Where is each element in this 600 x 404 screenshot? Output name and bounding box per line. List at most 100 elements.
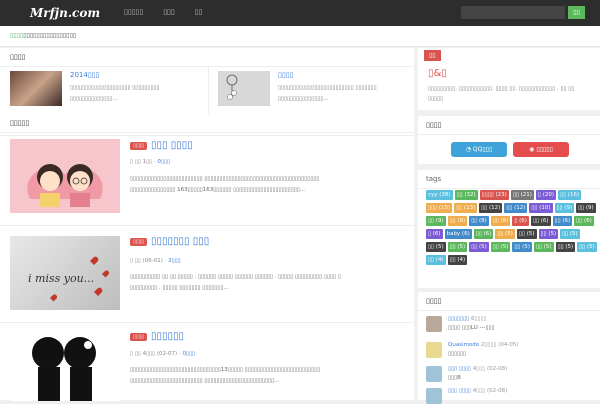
featured-item-desc-2: ▯▯▯▯▯▯▯▯▯▯▯▯▯▯▯▯▯▯▯▯▯▯▯▯▯ ▯▯▯▯▯▯▯ ▯▯▯▯▯▯… [278, 83, 410, 105]
tag-link[interactable]: ▯▯ (12) [504, 203, 528, 213]
tag-link[interactable]: ▯▯ (9) [447, 216, 468, 226]
tag-link[interactable]: ▯▯ (4) [447, 255, 468, 265]
comment-date: 4▯▯▯ (02-08) [472, 388, 508, 394]
post-item: i miss you... ▯▯▯▯ ▯▯▯▯▯▯▯ ▯▯▯ ▯ ▯▯ (06-0… [0, 225, 414, 322]
tag-link[interactable]: ▯▯ (8) [469, 216, 489, 226]
tag-link[interactable]: ▯▯ (13) [454, 203, 478, 213]
tag-link[interactable]: ▯ (20) [535, 190, 556, 200]
comments-title: ▯▯▯▯ [418, 292, 600, 311]
tag-link[interactable]: ▯▯ (16) [558, 190, 582, 200]
post-thumb-1[interactable] [10, 139, 120, 213]
post-comments-link[interactable]: 0▯▯▯ [157, 159, 170, 165]
featured-divider [208, 67, 209, 114]
featured-title: ▯▯▯▯ [0, 48, 414, 67]
tag-link[interactable]: ▯▯▯▯ (23) [479, 190, 509, 200]
tag-link[interactable]: ▯▯ (21) [510, 190, 534, 200]
avatar [426, 388, 442, 404]
cartoon-couple-icon [27, 164, 103, 207]
post-desc-1a: ▯▯▯▯▯▯▯▯▯▯▯▯▯▯▯▯▯▯▯▯▯▯▯▯ ▯▯▯▯▯▯▯▯▯▯▯▯▯▯▯… [130, 176, 320, 182]
tag-link[interactable]: ▯▯ (5) [560, 229, 580, 239]
latest-posts-panel: ▯▯▯▯▯ ▯▯▯▯ ▯▯▯ ▯▯▯▯ ▯ ▯▯ 1▯▯ · 0▯▯▯ ▯▯▯▯▯… [0, 114, 414, 401]
tag-link[interactable]: ▯ (6) [426, 229, 443, 239]
tag-link[interactable]: ▯▯ (5) [512, 242, 532, 252]
tag-link[interactable]: ▯▯ (5) [538, 229, 559, 239]
featured-item-desc-2b: ▯▯▯▯▯▯▯▯▯▯▯▯▯▯▯... [278, 96, 329, 102]
nav-item-3[interactable]: ▯▯ [195, 8, 203, 16]
post-header-3: ▯▯▯▯ ▯▯▯▯▯▯ [130, 331, 184, 342]
tag-link[interactable]: ▯▯ (9) [576, 203, 596, 213]
post-category-badge[interactable]: ▯▯▯▯ [130, 237, 148, 246]
tag-link[interactable]: ▯▯ (8) [490, 216, 511, 226]
comment-text: ▯▯▯▯ ▯▯▯LU ---▯▯▯ [448, 325, 495, 331]
notice-highlight[interactable]: ▯▯▯▯ [10, 32, 23, 39]
tag-link[interactable]: ▯ (6) [512, 216, 529, 226]
tag-link[interactable]: ▯▯ (6) [574, 216, 594, 226]
comment-author[interactable]: ▯▯▯ ▯▯▯▯ [448, 388, 473, 394]
featured-item-desc-1: ▯▯▯▯▯▯▯▯▯▯▯▯▯▯▯▯▯▯▯▯ ▯▯▯▯▯▯▯▯▯ ▯▯▯▯▯▯▯▯▯… [70, 83, 202, 105]
search-button[interactable]: ▯▯ [568, 6, 585, 19]
intro-title: ▯&▯ [428, 68, 447, 79]
tag-link[interactable]: ▯▯ (6) [530, 216, 551, 226]
search-input[interactable] [461, 6, 565, 19]
tag-link[interactable]: ▯▯ (6) [552, 216, 573, 226]
featured-item-desc-1a: ▯▯▯▯▯▯▯▯▯▯▯▯▯▯▯▯▯▯▯▯ ▯▯▯▯▯▯▯▯▯ [70, 85, 160, 91]
post-desc-3b: ▯▯▯▯▯▯▯▯▯▯▯▯▯▯▯▯▯▯▯▯▯▯▯▯ ▯▯▯▯▯▯▯▯▯▯▯▯▯▯▯… [130, 378, 280, 384]
tag-link[interactable]: ▯▯ (5) [469, 242, 489, 252]
post-title-1[interactable]: ▯▯▯ ▯▯▯▯ [151, 140, 193, 151]
post-title-3[interactable]: ▯▯▯▯▯▯ [151, 331, 184, 342]
nav-item-1[interactable]: ▯▯▯▯▯ [124, 8, 143, 16]
featured-thumb-2[interactable] [218, 71, 270, 106]
post-meta-info: ▯ ▯▯ (06-01) · [130, 258, 167, 264]
post-category-badge[interactable]: ▯▯▯▯ [130, 332, 148, 341]
nav-item-2[interactable]: ▯▯▯ [163, 8, 175, 16]
tree-illustration-icon [226, 74, 238, 100]
post-category-badge[interactable]: ▯▯▯▯ [130, 141, 148, 150]
tag-link[interactable]: ▯▯ (6) [473, 229, 494, 239]
post-desc-1b: ▯▯▯▯▯▯▯▯▯▯▯▯▯▯▯ 163▯▯▯▯▯163▯▯▯▯▯▯ ▯▯▯▯▯▯… [130, 187, 306, 193]
tag-cloud: cyy (38) ▯▯ (32) ▯▯▯▯ (23) ▯▯ (21) ▯ (20) ▯▯ … [426, 190, 600, 268]
post-title-2[interactable]: ▯▯▯▯▯▯▯ ▯▯▯ [151, 236, 209, 247]
tag-link[interactable]: ▯▯ (5) [447, 242, 468, 252]
qq-label: QQ▯▯▯ [472, 146, 493, 153]
sidebar-intro: ▯▯ ▯&▯ ▯▯▯▯▯▯▯▯▯. ▯▯▯▯▯▯▯▯▯▯▯. ▯▯▯▯ ▯▯. … [418, 48, 600, 110]
post-comments-link[interactable]: 0▯▯▯ [182, 351, 195, 357]
tag-link[interactable]: ▯▯ (5) [516, 229, 537, 239]
tag-link[interactable]: cyy (38) [426, 190, 453, 200]
featured-item-title-1[interactable]: 2014▯▯▯ [70, 71, 99, 79]
featured-item-desc-2a: ▯▯▯▯▯▯▯▯▯▯▯▯▯▯▯▯▯▯▯▯▯▯▯▯▯ ▯▯▯▯▯▯▯ [278, 85, 377, 91]
qq-button[interactable]: ◔ QQ▯▯▯ [451, 142, 507, 157]
tag-link[interactable]: ▯▯ (10) [529, 203, 553, 213]
qq-icon: ◔ [465, 146, 473, 153]
comment-text: ▯▯▯▯▯▯ [448, 351, 467, 357]
post-meta-info: ▯ ▯▯ 4▯▯▯ (02-07) · [130, 351, 181, 357]
tag-link[interactable]: ▯▯ (4) [426, 255, 446, 265]
tag-link[interactable]: ▯▯ (5) [577, 242, 597, 252]
heart-note-icon: i miss you... [28, 256, 110, 302]
comment-author[interactable]: ▯▯▯ ▯▯▯▯ [448, 366, 473, 372]
post-meta-3: ▯ ▯▯ 4▯▯▯ (02-07) · 0▯▯▯ [130, 351, 195, 357]
tag-link[interactable]: ▯▯ (9) [554, 203, 575, 213]
comment-author[interactable]: Quasimodo [448, 342, 481, 348]
featured-thumb-1[interactable] [10, 71, 62, 106]
post-thumb-2[interactable]: i miss you... [10, 236, 120, 310]
post-thumb-3[interactable] [10, 331, 120, 401]
tag-link[interactable]: ▯▯▯ (15) [426, 203, 453, 213]
tag-link[interactable]: ▯▯ (9) [426, 216, 446, 226]
tag-link[interactable]: ▯▯ (5) [495, 229, 515, 239]
weibo-button[interactable]: ◉ ▯▯▯▯▯ [513, 142, 569, 157]
tag-link[interactable]: ▯▯ (5) [490, 242, 511, 252]
tag-link[interactable]: ▯▯ (5) [426, 242, 446, 252]
tag-link[interactable]: baby (6) [444, 229, 472, 239]
comment-author[interactable]: ▯▯▯▯▯▯▯ [448, 316, 471, 322]
tag-link[interactable]: ▯▯ (32) [454, 190, 478, 200]
svg-text:i miss you...: i miss you... [28, 272, 94, 285]
tag-link[interactable]: ▯▯ (5) [533, 242, 554, 252]
post-meta-1: ▯ ▯▯ 1▯▯ · 0▯▯▯ [130, 159, 170, 165]
featured-item-title-2[interactable]: ▯▯▯▯ [278, 71, 293, 79]
post-item: ▯▯▯▯ ▯▯▯ ▯▯▯▯ ▯ ▯▯ 1▯▯ · 0▯▯▯ ▯▯▯▯▯▯▯▯▯▯▯… [0, 135, 414, 224]
site-logo[interactable]: Mrfjn.com [30, 6, 100, 20]
post-comments-link[interactable]: 2▯▯▯ [168, 258, 181, 264]
notice-text: ▯▯▯▯▯▯▯▯▯▯▯▯▯▯▯▯ [23, 32, 77, 39]
tag-link[interactable]: ▯▯ (12) [479, 203, 503, 213]
tag-link[interactable]: ▯▯ (5) [555, 242, 576, 252]
